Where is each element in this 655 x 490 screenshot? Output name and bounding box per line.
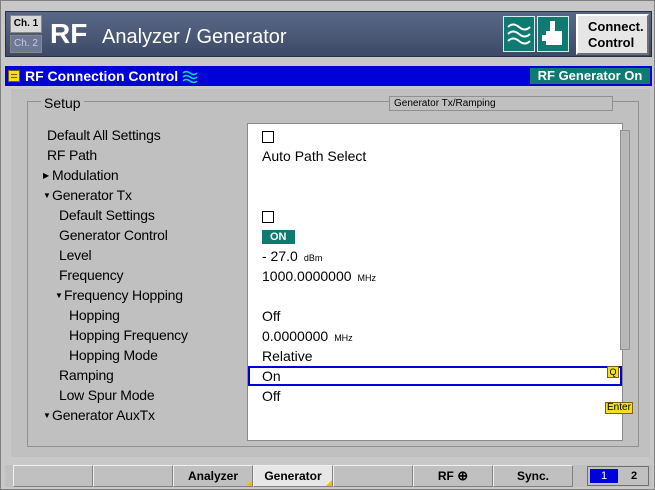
default-settings-value xyxy=(248,206,622,226)
hopping-frequency-unit: MHz xyxy=(334,333,353,343)
title-bar: Ch. 1 Ch. 2 RF Analyzer / Generator Conn… xyxy=(5,11,652,57)
softkey-sync[interactable]: Sync. xyxy=(493,465,573,487)
softkey-blank-3[interactable] xyxy=(333,465,413,487)
tree-item-label: Frequency xyxy=(59,267,124,283)
tree-item-label: Generator AuxTx xyxy=(52,407,155,423)
connect-label-line2: Control xyxy=(588,35,635,50)
softkey-blank-1[interactable] xyxy=(13,465,93,487)
tree-item-label: Modulation xyxy=(52,167,119,183)
wave-button[interactable] xyxy=(503,16,535,52)
page-indicator[interactable]: 1 2 xyxy=(587,466,649,486)
hopping-value[interactable]: Off xyxy=(248,306,622,326)
tree-item-label: Level xyxy=(59,247,92,263)
tree-item-generator-auxtx[interactable]: ▼Generator AuxTx xyxy=(43,405,155,425)
tree-item-hopping-mode[interactable]: Hopping Mode xyxy=(69,345,158,365)
hopping-mode-value[interactable]: Relative xyxy=(248,346,622,366)
hopping-frequency-value[interactable]: 0.0000000 MHz xyxy=(248,326,622,346)
frequency-value[interactable]: 1000.0000000 MHz xyxy=(248,266,622,286)
tree-item-default-all-settings[interactable]: Default All Settings xyxy=(47,125,161,145)
rf-connector-icon: ⊕ xyxy=(457,468,469,483)
hand-pointer-icon xyxy=(542,21,562,45)
tree-item-label: Hopping Mode xyxy=(69,347,158,363)
level-number: - 27.0 xyxy=(262,248,298,264)
page-2-tab[interactable]: 2 xyxy=(622,469,646,483)
low-spur-mode-value[interactable]: Off xyxy=(248,386,622,406)
tree-item-label: Hopping xyxy=(69,307,120,323)
setup-panel: Setup Generator Tx/Ramping Default All S… xyxy=(11,89,650,457)
wave-icon xyxy=(182,70,198,84)
rf-path-value[interactable]: Auto Path Select xyxy=(248,146,622,166)
scrollbar[interactable] xyxy=(620,130,630,350)
default-all-settings-value xyxy=(248,126,622,146)
tree-item-frequency-hopping[interactable]: ▼Frequency Hopping xyxy=(55,285,183,305)
collapse-arrow-icon[interactable]: ▼ xyxy=(43,406,52,426)
tree-item-hopping[interactable]: Hopping xyxy=(69,305,120,325)
channel-2-button[interactable]: Ch. 2 xyxy=(10,35,42,53)
tree-item-level[interactable]: Level xyxy=(59,245,92,265)
tree-item-default-settings[interactable]: Default Settings xyxy=(59,205,155,225)
softkey-sync-label: Sync. xyxy=(516,469,549,483)
channel-1-button[interactable]: Ch. 1 xyxy=(10,15,42,33)
rf-analyzer-window: Ch. 1 Ch. 2 RF Analyzer / Generator Conn… xyxy=(0,0,655,490)
generator-control-value: ON xyxy=(248,226,622,246)
tree-item-label: Generator Tx xyxy=(52,187,132,203)
enter-icon[interactable]: Enter xyxy=(605,402,633,414)
softkey-corner-icon xyxy=(246,480,252,486)
softkey-analyzer[interactable]: Analyzer xyxy=(173,465,253,487)
expand-arrow-icon[interactable]: ▶ xyxy=(43,166,52,186)
default-settings-checkbox[interactable] xyxy=(262,211,274,224)
tree-item-ramping[interactable]: Ramping xyxy=(59,365,114,385)
setup-label: Setup xyxy=(41,95,84,111)
frequency-number: 1000.0000000 xyxy=(262,268,352,284)
softkey-rf-label: RF xyxy=(437,469,454,483)
ramping-value[interactable]: On xyxy=(248,366,622,386)
collapse-arrow-icon[interactable]: ▼ xyxy=(55,286,64,306)
tree-item-label: RF Path xyxy=(47,147,97,163)
setup-tag: Generator Tx/Ramping xyxy=(389,96,613,111)
softkey-blank-2[interactable] xyxy=(93,465,173,487)
app-title: Analyzer / Generator xyxy=(102,26,287,48)
tree-item-low-spur-mode[interactable]: Low Spur Mode xyxy=(59,385,155,405)
tree-item-frequency[interactable]: Frequency xyxy=(59,265,124,285)
softkey-generator-label: Generator xyxy=(264,469,322,483)
menu-icon[interactable] xyxy=(8,70,20,82)
level-unit: dBm xyxy=(303,253,323,263)
tree-item-generator-control[interactable]: Generator Control xyxy=(59,225,168,245)
generator-status-badge: RF Generator On xyxy=(530,68,650,84)
softkey-corner-icon xyxy=(326,480,332,486)
tree-item-generator-tx[interactable]: ▼Generator Tx xyxy=(43,185,132,205)
level-value[interactable]: - 27.0 dBm xyxy=(248,246,622,266)
rf-connection-header: RF Connection Control RF Generator On xyxy=(5,66,652,86)
connection-control-label: RF Connection Control xyxy=(25,68,179,84)
tree-item-label: Frequency Hopping xyxy=(64,287,183,303)
page-1-tab[interactable]: 1 xyxy=(590,469,618,483)
connection-control-title: RF Connection Control xyxy=(25,67,198,85)
softkey-bar: Analyzer Generator RF ⊕ Sync. 1 2 xyxy=(5,465,652,487)
softkey-rf[interactable]: RF ⊕ xyxy=(413,465,493,487)
wave-icon xyxy=(507,23,531,45)
tree-item-modulation[interactable]: ▶ Modulation xyxy=(43,165,119,185)
tree-item-label: Low Spur Mode xyxy=(59,387,155,403)
connect-label-line1: Connect. xyxy=(588,19,644,34)
connect-control-button[interactable]: Connect. Control xyxy=(576,14,649,55)
tree-item-label: Ramping xyxy=(59,367,114,383)
hopping-frequency-number: 0.0000000 xyxy=(262,328,329,344)
values-panel: Auto Path Select ON - 27.0 dBm 1000.00000… xyxy=(247,123,630,441)
tree-item-label: Hopping Frequency xyxy=(69,327,188,343)
scroll-icon[interactable]: Q xyxy=(607,366,619,378)
softkey-generator[interactable]: Generator xyxy=(253,465,333,487)
tree-item-label: Generator Control xyxy=(59,227,168,243)
tree-item-label: Default All Settings xyxy=(47,127,161,143)
hand-button[interactable] xyxy=(537,16,569,52)
tree-item-rf-path[interactable]: RF Path xyxy=(47,145,97,165)
frequency-unit: MHz xyxy=(357,273,377,283)
tree-item-label: Default Settings xyxy=(59,207,155,223)
generator-control-toggle[interactable]: ON xyxy=(262,230,295,245)
rf-title: RF xyxy=(50,18,88,49)
collapse-arrow-icon[interactable]: ▼ xyxy=(43,186,52,206)
default-all-settings-checkbox[interactable] xyxy=(262,131,274,144)
settings-tree: Default All Settings RF Path ▶ Modulation… xyxy=(43,123,237,441)
softkey-analyzer-label: Analyzer xyxy=(187,469,239,483)
tree-item-hopping-frequency[interactable]: Hopping Frequency xyxy=(69,325,188,345)
